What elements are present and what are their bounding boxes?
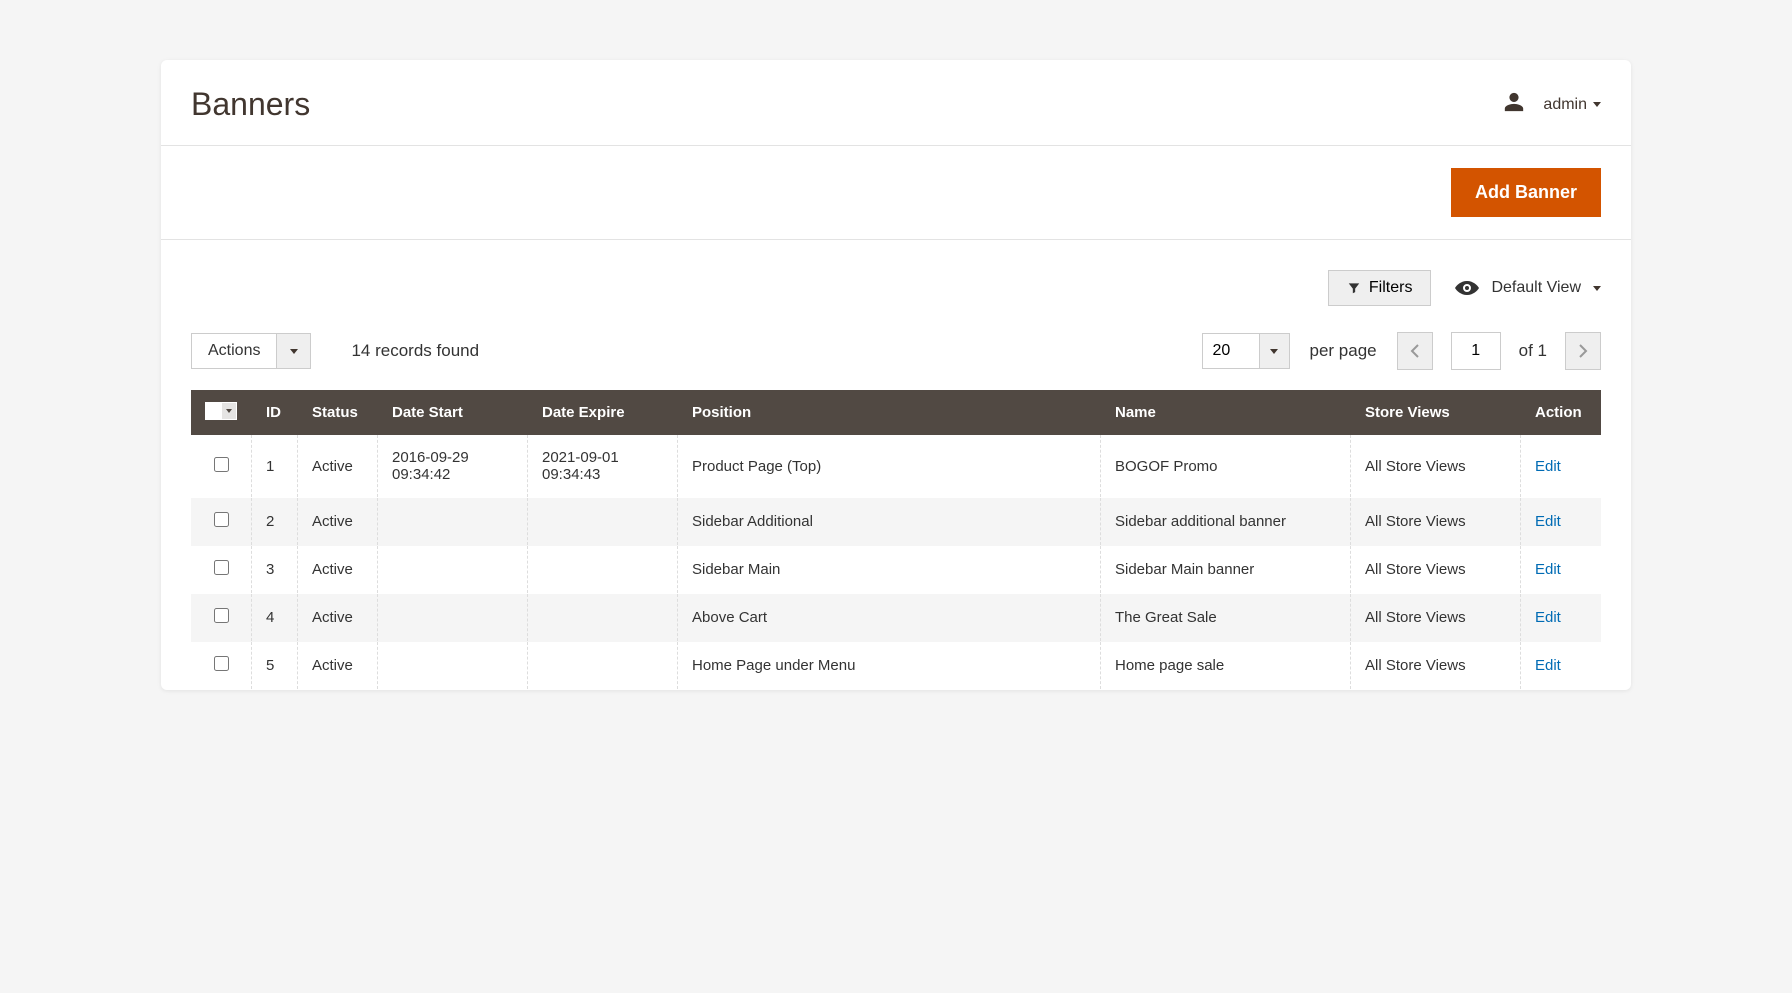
grid-controls-right: per page of 1 [1202, 332, 1601, 370]
page-title: Banners [191, 86, 310, 123]
grid-controls-left: Actions 14 records found [191, 333, 479, 369]
col-header-select [191, 390, 252, 435]
cell-status: Active [298, 435, 378, 498]
cell-store-views: All Store Views [1351, 546, 1521, 594]
chevron-down-icon [276, 334, 310, 368]
cell-position: Above Cart [678, 594, 1101, 642]
row-checkbox[interactable] [214, 560, 229, 575]
chevron-down-icon [1593, 286, 1601, 291]
cell-status: Active [298, 642, 378, 690]
row-checkbox[interactable] [214, 512, 229, 527]
filters-label: Filters [1369, 279, 1413, 297]
col-header-date-expire[interactable]: Date Expire [528, 390, 678, 435]
cell-name: BOGOF Promo [1101, 435, 1351, 498]
cell-store-views: All Store Views [1351, 594, 1521, 642]
cell-date-expire [528, 546, 678, 594]
cell-position: Product Page (Top) [678, 435, 1101, 498]
table-row: 4 Active Above Cart The Great Sale All S… [191, 594, 1601, 642]
cell-name: The Great Sale [1101, 594, 1351, 642]
filters-button[interactable]: Filters [1328, 270, 1432, 306]
cell-status: Active [298, 498, 378, 546]
cell-status: Active [298, 546, 378, 594]
records-found: 14 records found [351, 341, 479, 361]
cell-id: 1 [252, 435, 298, 498]
cell-id: 2 [252, 498, 298, 546]
table-row: 5 Active Home Page under Menu Home page … [191, 642, 1601, 690]
username: admin [1543, 96, 1587, 114]
cell-status: Active [298, 594, 378, 642]
page-size-input[interactable] [1203, 334, 1259, 368]
edit-link[interactable]: Edit [1535, 513, 1561, 530]
cell-store-views: All Store Views [1351, 435, 1521, 498]
cell-date-expire [528, 594, 678, 642]
col-header-store-views[interactable]: Store Views [1351, 390, 1521, 435]
cell-date-expire: 2021-09-01 09:34:43 [528, 435, 678, 498]
edit-link[interactable]: Edit [1535, 458, 1561, 475]
chevron-down-icon [1259, 334, 1289, 368]
page-size-select[interactable] [1202, 333, 1290, 369]
per-page-label: per page [1310, 341, 1377, 361]
cell-date-expire [528, 498, 678, 546]
chevron-right-icon [1578, 344, 1588, 358]
eye-icon [1455, 276, 1479, 300]
select-all-checkbox[interactable] [205, 402, 237, 420]
grid-controls: Actions 14 records found per page of 1 [161, 322, 1631, 390]
banners-table: ID Status Date Start Date Expire Positio… [191, 390, 1601, 690]
cell-id: 5 [252, 642, 298, 690]
cell-date-start [378, 498, 528, 546]
cell-store-views: All Store Views [1351, 642, 1521, 690]
col-header-date-start[interactable]: Date Start [378, 390, 528, 435]
cell-position: Sidebar Additional [678, 498, 1101, 546]
actions-dropdown[interactable]: Actions [191, 333, 311, 369]
view-dropdown[interactable]: Default View [1455, 276, 1601, 300]
row-checkbox[interactable] [214, 457, 229, 472]
row-checkbox[interactable] [214, 656, 229, 671]
prev-page-button[interactable] [1397, 332, 1433, 370]
row-checkbox[interactable] [214, 608, 229, 623]
col-header-name[interactable]: Name [1101, 390, 1351, 435]
chevron-left-icon [1410, 344, 1420, 358]
cell-date-start: 2016-09-29 09:34:42 [378, 435, 528, 498]
cell-id: 3 [252, 546, 298, 594]
edit-link[interactable]: Edit [1535, 609, 1561, 626]
col-header-position[interactable]: Position [678, 390, 1101, 435]
view-label: Default View [1491, 279, 1581, 297]
filter-icon [1347, 281, 1361, 295]
user-dropdown[interactable]: admin [1543, 96, 1601, 114]
cell-date-start [378, 594, 528, 642]
add-banner-button[interactable]: Add Banner [1451, 168, 1601, 217]
cell-store-views: All Store Views [1351, 498, 1521, 546]
col-header-id[interactable]: ID [252, 390, 298, 435]
chevron-down-icon [1593, 102, 1601, 107]
cell-position: Home Page under Menu [678, 642, 1101, 690]
actions-label: Actions [192, 334, 276, 368]
page-header: Banners admin [161, 60, 1631, 145]
cell-id: 4 [252, 594, 298, 642]
current-page-input[interactable] [1451, 332, 1501, 370]
next-page-button[interactable] [1565, 332, 1601, 370]
cell-position: Sidebar Main [678, 546, 1101, 594]
admin-panel: Banners admin Add Banner Filters Default… [161, 60, 1631, 690]
toolbar: Add Banner [161, 145, 1631, 240]
controls-row: Filters Default View [161, 240, 1631, 322]
edit-link[interactable]: Edit [1535, 657, 1561, 674]
col-header-action: Action [1521, 390, 1601, 435]
table-row: 2 Active Sidebar Additional Sidebar addi… [191, 498, 1601, 546]
user-area: admin [1503, 91, 1601, 118]
cell-date-expire [528, 642, 678, 690]
cell-name: Sidebar additional banner [1101, 498, 1351, 546]
table-row: 3 Active Sidebar Main Sidebar Main banne… [191, 546, 1601, 594]
user-icon [1503, 91, 1525, 118]
edit-link[interactable]: Edit [1535, 561, 1561, 578]
table-row: 1 Active 2016-09-29 09:34:42 2021-09-01 … [191, 435, 1601, 498]
col-header-status[interactable]: Status [298, 390, 378, 435]
cell-date-start [378, 642, 528, 690]
total-pages-label: of 1 [1519, 341, 1547, 361]
cell-name: Sidebar Main banner [1101, 546, 1351, 594]
cell-date-start [378, 546, 528, 594]
pager: of 1 [1397, 332, 1601, 370]
cell-name: Home page sale [1101, 642, 1351, 690]
